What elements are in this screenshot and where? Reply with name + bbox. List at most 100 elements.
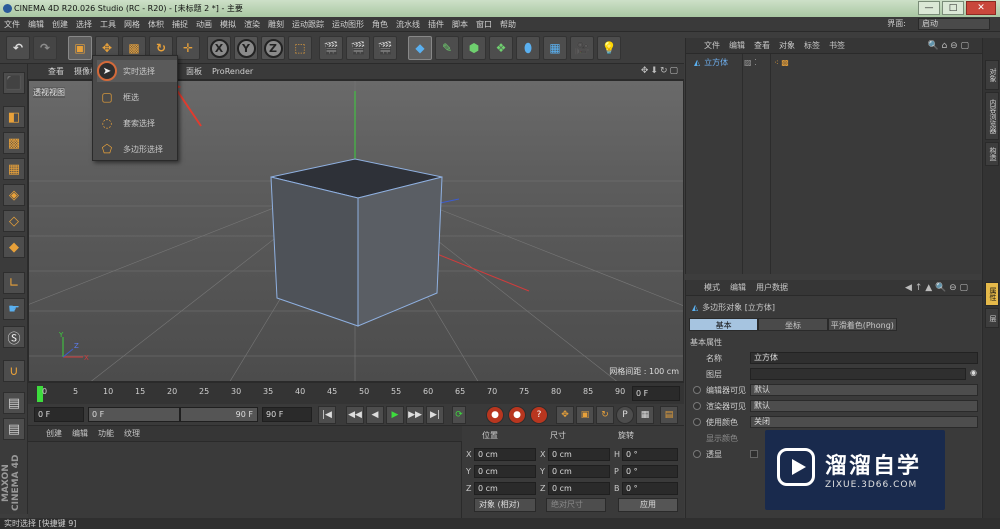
menu-snap[interactable]: 捕捉: [172, 19, 188, 30]
animate-radio[interactable]: [693, 418, 701, 426]
rotation-h-field[interactable]: 0 °: [622, 448, 678, 461]
position-x-field[interactable]: 0 cm: [474, 448, 536, 461]
render-view-button[interactable]: 🎬: [319, 36, 343, 60]
object-manager-tools-icons[interactable]: 🔍 ⌂ ⊖ ▢: [927, 41, 969, 51]
object-menu-view[interactable]: 查看: [754, 40, 770, 51]
goto-start-button[interactable]: |◀: [318, 406, 336, 424]
keyframe-selection-button[interactable]: ?: [530, 406, 548, 424]
menu-select[interactable]: 选择: [76, 19, 92, 30]
render-settings-button[interactable]: 🎬: [373, 36, 397, 60]
size-x-field[interactable]: 0 cm: [548, 448, 610, 461]
side-tab-content-browser[interactable]: 内容浏览器: [985, 92, 999, 140]
popup-item-live-selection[interactable]: ➤ 实时选择: [97, 60, 177, 82]
position-y-field[interactable]: 0 cm: [474, 465, 536, 478]
key-parameter-button[interactable]: P: [616, 406, 634, 424]
key-rotation-button[interactable]: ↻: [596, 406, 614, 424]
menu-help[interactable]: 帮助: [500, 19, 516, 30]
menu-animate[interactable]: 动画: [196, 19, 212, 30]
material-menu-function[interactable]: 功能: [98, 428, 114, 439]
tab-basic[interactable]: 基本: [689, 318, 759, 331]
menu-mograph[interactable]: 运动图形: [332, 19, 364, 30]
side-tab-objects[interactable]: 对象: [985, 60, 999, 90]
use-color-select[interactable]: 关闭: [750, 416, 978, 428]
transform-button[interactable]: ✛: [176, 36, 200, 60]
workplane-mode-button[interactable]: ▦: [3, 158, 25, 180]
side-tab-structure[interactable]: 构造: [985, 142, 999, 166]
side-tab-layers[interactable]: 层: [985, 308, 999, 328]
x-axis-lock-button[interactable]: X: [207, 36, 231, 60]
editor-visible-select[interactable]: 默认: [750, 384, 978, 396]
end-frame-field[interactable]: 90 F: [262, 407, 312, 422]
redo-button[interactable]: ↷: [33, 36, 57, 60]
lock-workplane-button[interactable]: ▤: [3, 392, 25, 414]
animate-radio[interactable]: [693, 450, 701, 458]
menu-edit[interactable]: 编辑: [28, 19, 44, 30]
autokey-button[interactable]: ●: [508, 406, 526, 424]
xray-checkbox[interactable]: [750, 450, 758, 458]
menu-window[interactable]: 窗口: [476, 19, 492, 30]
object-menu-objects[interactable]: 对象: [779, 40, 795, 51]
key-scale-button[interactable]: ▣: [576, 406, 594, 424]
snap-button[interactable]: ∪: [3, 360, 25, 382]
material-menu-create[interactable]: 创建: [46, 428, 62, 439]
subdivision-button[interactable]: ⬢: [462, 36, 486, 60]
cube-button[interactable]: ◆: [408, 36, 432, 60]
range-start-field[interactable]: 0 F: [88, 407, 180, 422]
maximize-button[interactable]: □: [942, 1, 964, 15]
menu-pipeline[interactable]: 流水线: [396, 19, 420, 30]
menu-script[interactable]: 脚本: [452, 19, 468, 30]
key-pla-button[interactable]: ▦: [636, 406, 654, 424]
undo-button[interactable]: ↶: [6, 36, 30, 60]
object-menu-bookmarks[interactable]: 书签: [829, 40, 845, 51]
menu-simulate[interactable]: 模拟: [220, 19, 236, 30]
deformer-button[interactable]: ⬮: [516, 36, 540, 60]
menu-create[interactable]: 创建: [52, 19, 68, 30]
material-menu-edit[interactable]: 编辑: [72, 428, 88, 439]
menu-character[interactable]: 角色: [372, 19, 388, 30]
minimize-button[interactable]: —: [918, 1, 940, 15]
animate-radio[interactable]: [693, 386, 701, 394]
menu-sculpt[interactable]: 雕刻: [268, 19, 284, 30]
array-button[interactable]: ❖: [489, 36, 513, 60]
prev-key-button[interactable]: ◀◀: [346, 406, 364, 424]
attr-menu-userdata[interactable]: 用户数据: [756, 282, 788, 293]
tab-phong[interactable]: 平滑着色(Phong): [827, 318, 897, 331]
object-menu-edit[interactable]: 编辑: [729, 40, 745, 51]
next-key-button[interactable]: ▶▶: [406, 406, 424, 424]
tab-coordinates[interactable]: 坐标: [758, 318, 828, 331]
viewport-menu-prorender[interactable]: ProRender: [212, 67, 253, 76]
object-menu-tags[interactable]: 标签: [804, 40, 820, 51]
loop-button[interactable]: ⟳: [452, 406, 466, 424]
attr-menu-edit[interactable]: 编辑: [730, 282, 746, 293]
render-picture-viewer-button[interactable]: 🎬: [346, 36, 370, 60]
model-mode-button[interactable]: ◧: [3, 106, 25, 128]
layout-select[interactable]: 启动: [918, 18, 990, 30]
camera-button[interactable]: 🎥: [570, 36, 594, 60]
side-tab-attributes[interactable]: 属性: [985, 282, 999, 306]
axis-mode-button[interactable]: ∟: [3, 272, 25, 294]
object-row-cube[interactable]: ◭ 立方体 ▨ ⁚ ⁖ ▩: [686, 56, 982, 69]
menu-motion-tracking[interactable]: 运动跟踪: [292, 19, 324, 30]
pen-button[interactable]: ✎: [435, 36, 459, 60]
y-axis-lock-button[interactable]: Y: [234, 36, 258, 60]
key-position-button[interactable]: ✥: [556, 406, 574, 424]
menu-plugins[interactable]: 插件: [428, 19, 444, 30]
floor-button[interactable]: ▦: [543, 36, 567, 60]
range-end-field[interactable]: 90 F: [180, 407, 258, 422]
material-menu-texture[interactable]: 纹理: [124, 428, 140, 439]
object-menu-file[interactable]: 文件: [704, 40, 720, 51]
apply-button[interactable]: 应用: [618, 498, 678, 512]
tweak-button[interactable]: ☛: [3, 298, 25, 320]
menu-render[interactable]: 渲染: [244, 19, 260, 30]
coordinate-system-button[interactable]: ⬚: [288, 36, 312, 60]
menu-file[interactable]: 文件: [4, 19, 20, 30]
popup-item-rectangle-selection[interactable]: ▢ 框选: [97, 86, 177, 108]
layer-picker-icon[interactable]: ◉: [970, 368, 977, 377]
coordinate-mode-select[interactable]: 对象 (相对): [474, 498, 536, 512]
prev-frame-button[interactable]: ◀: [366, 406, 384, 424]
make-editable-button[interactable]: ⬛: [3, 72, 25, 94]
cube-object[interactable]: [270, 158, 443, 327]
popup-item-polygon-selection[interactable]: ⬠ 多边形选择: [97, 138, 177, 160]
menu-volume[interactable]: 体积: [148, 19, 164, 30]
quantize-button[interactable]: ▤: [3, 418, 25, 440]
